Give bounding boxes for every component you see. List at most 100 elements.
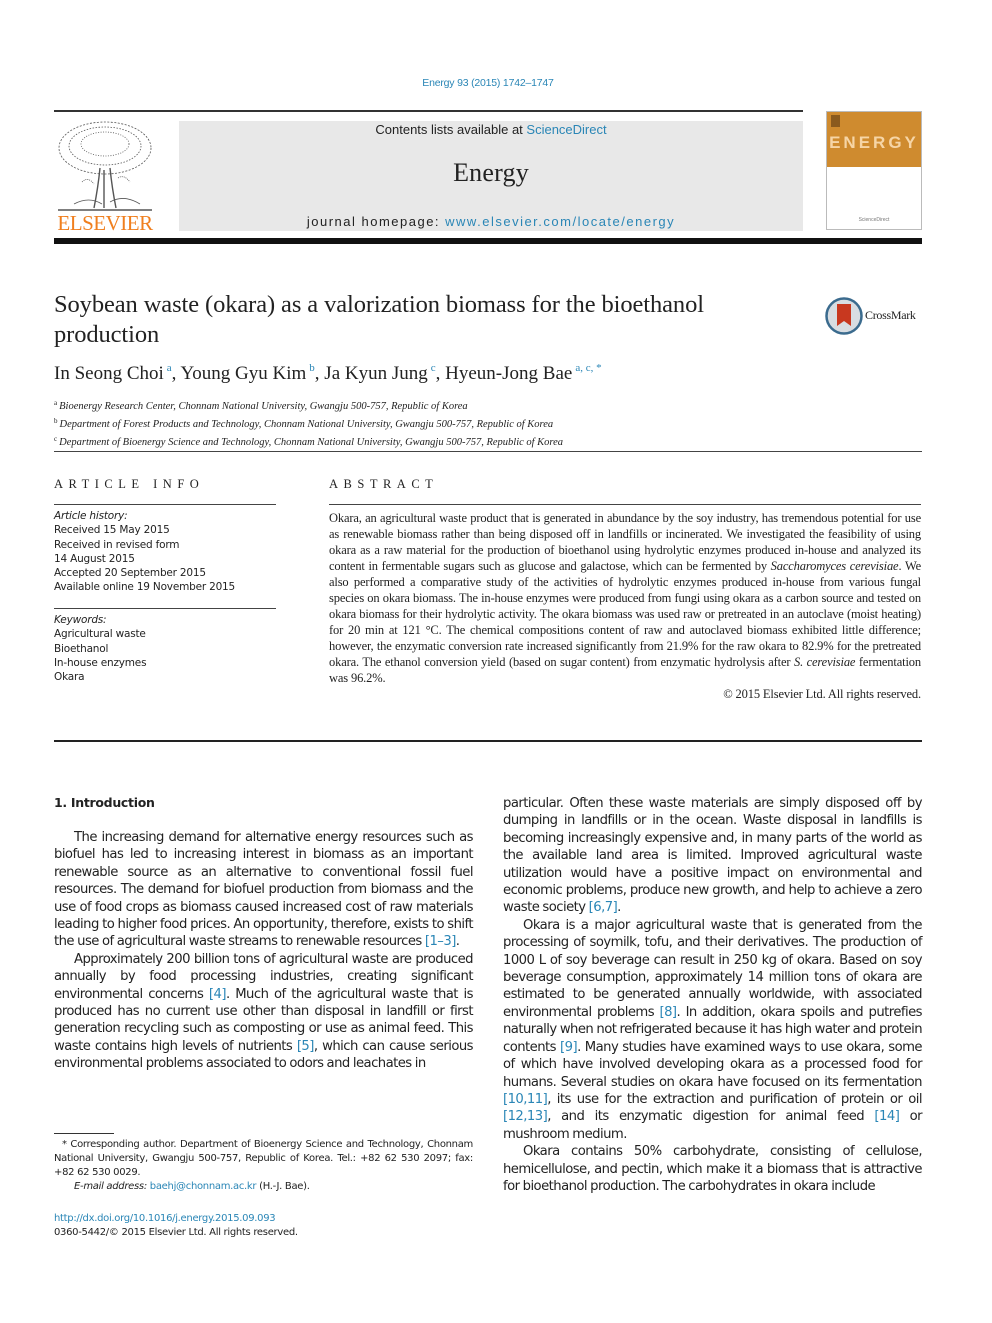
- affiliation: c Department of Bioenergy Science and Tec…: [54, 432, 563, 450]
- reference-link[interactable]: [4]: [209, 987, 227, 1002]
- reference-link[interactable]: [14]: [874, 1109, 899, 1124]
- paragraph-text: .: [617, 900, 621, 916]
- affiliation: a Bioenergy Research Center, Chonnam Nati…: [54, 396, 563, 414]
- email-label: E-mail address:: [74, 1181, 150, 1192]
- cover-seal-icon: [831, 115, 840, 127]
- author-name[interactable]: Young Gyu Kim: [180, 363, 306, 384]
- paragraph-text: Okara contains 50% carbohydrate, consist…: [503, 1144, 923, 1194]
- divider: [54, 451, 922, 452]
- abstract-text: . We also performed a comparative study …: [329, 559, 921, 669]
- author-affil-sup[interactable]: c: [431, 362, 436, 374]
- paragraph: The increasing demand for alternative en…: [54, 829, 474, 951]
- homepage-line: journal homepage: www.elsevier.com/locat…: [179, 214, 803, 229]
- affiliation: b Department of Forest Products and Techn…: [54, 414, 563, 432]
- reference-link[interactable]: [8]: [659, 1005, 677, 1020]
- author-list: In Seong Choi a, Young Gyu Kim b, Ja Kyun …: [54, 362, 602, 384]
- affiliation-text: Department of Forest Products and Techno…: [59, 419, 554, 430]
- crossmark-icon: [825, 297, 863, 335]
- author-affil-sup[interactable]: a, c, *: [575, 362, 601, 374]
- section-heading-introduction: 1. Introduction: [54, 795, 155, 810]
- species-name: Saccharomyces cerevisiae: [770, 559, 899, 573]
- keywords-label: Keywords:: [54, 614, 107, 626]
- contents-line: Contents lists available at ScienceDirec…: [179, 122, 803, 137]
- affiliations: a Bioenergy Research Center, Chonnam Nati…: [54, 396, 563, 450]
- divider: [54, 504, 276, 505]
- paragraph-text: particular. Often these waste materials …: [503, 796, 923, 916]
- elsevier-tree-icon: [58, 121, 152, 211]
- affiliation-label: b: [54, 417, 58, 425]
- abstract-heading: ABSTRACT: [329, 477, 439, 491]
- divider: [54, 740, 922, 742]
- author-name[interactable]: In Seong Choi: [54, 363, 164, 384]
- reference-link[interactable]: [9]: [560, 1040, 578, 1055]
- cover-footer: ScienceDirect: [858, 217, 890, 223]
- cover-title: ENERGY: [829, 133, 919, 152]
- paragraph: Approximately 200 billion tons of agricu…: [54, 951, 474, 1073]
- paragraph-text: .: [455, 934, 460, 950]
- abstract-body: Okara, an agricultural waste product tha…: [329, 510, 921, 702]
- footnote-rule: [54, 1133, 114, 1134]
- abstract-copyright: © 2015 Elsevier Ltd. All rights reserved…: [723, 687, 921, 701]
- issn-line: 0360-5442/© 2015 Elsevier Ltd. All right…: [54, 1227, 298, 1238]
- article-info-heading: ARTICLE INFO: [54, 477, 205, 491]
- header-thick-rule: [54, 238, 922, 244]
- keyword[interactable]: Okara: [54, 670, 276, 684]
- author-name[interactable]: Ja Kyun Jung: [324, 363, 427, 384]
- reference-link[interactable]: [12,13]: [503, 1109, 548, 1124]
- history-entry: Received 15 May 2015: [54, 524, 170, 537]
- body-column-right: particular. Often these waste materials …: [503, 795, 923, 1195]
- reference-link[interactable]: [10,11]: [503, 1092, 548, 1107]
- paragraph-text: , its use for the extraction and purific…: [547, 1091, 922, 1107]
- email-link[interactable]: baehj@chonnam.ac.kr: [150, 1181, 257, 1192]
- paragraph: Okara contains 50% carbohydrate, consist…: [503, 1143, 923, 1195]
- header-top-rule: [54, 110, 803, 112]
- reference-link[interactable]: [1–3]: [425, 934, 456, 949]
- keyword[interactable]: Bioethanol: [54, 642, 276, 656]
- keyword[interactable]: Agricultural waste: [54, 627, 276, 641]
- article-title: Soybean waste (okara) as a valorization …: [54, 291, 704, 348]
- email-suffix: (H.-J. Bae).: [256, 1181, 310, 1192]
- elsevier-logo[interactable]: ELSEVIER: [54, 118, 156, 234]
- history-entry: Received in revised form: [54, 538, 180, 551]
- author-affil-sup[interactable]: a: [167, 362, 172, 374]
- history-entry: 14 August 2015: [54, 552, 135, 565]
- crossmark-label: CrossMark: [865, 308, 916, 322]
- body-column-left: The increasing demand for alternative en…: [54, 829, 474, 1073]
- journal-masthead: Contents lists available at ScienceDirec…: [179, 121, 803, 231]
- author-affil-sup[interactable]: b: [309, 362, 315, 374]
- paragraph-text: , and its enzymatic digestion for animal…: [547, 1109, 875, 1125]
- journal-citation[interactable]: Energy 93 (2015) 1742–1747: [0, 77, 976, 89]
- homepage-prefix: journal homepage:: [306, 214, 446, 229]
- elsevier-wordmark: ELSEVIER: [57, 211, 153, 235]
- sciencedirect-link[interactable]: ScienceDirect: [526, 122, 606, 137]
- corresponding-author-text: * Corresponding author. Department of Bi…: [54, 1139, 473, 1178]
- history-entry: Available online 19 November 2015: [54, 581, 236, 594]
- paragraph-text: The increasing demand for alternative en…: [54, 830, 474, 950]
- paragraph: particular. Often these waste materials …: [503, 795, 923, 917]
- affiliation-text: Bioenergy Research Center, Chonnam Natio…: [59, 401, 468, 412]
- species-name: S. cerevisiae: [793, 655, 856, 669]
- history-label: Article history:: [54, 510, 128, 522]
- corresponding-author-footnote: * Corresponding author. Department of Bi…: [54, 1138, 473, 1194]
- keywords: Keywords: Agricultural waste Bioethanol …: [54, 613, 276, 684]
- journal-name: Energy: [453, 158, 529, 187]
- author-name[interactable]: Hyeun-Jong Bae: [445, 363, 572, 384]
- crossmark-button[interactable]: CrossMark: [825, 297, 925, 335]
- paragraph: Okara is a major agricultural waste that…: [503, 917, 923, 1143]
- history-entry: Accepted 20 September 2015: [54, 567, 206, 580]
- contents-prefix: Contents lists available at: [375, 122, 527, 137]
- affiliation-label: a: [54, 399, 58, 407]
- article-history: Article history: Received 15 May 2015 Re…: [54, 509, 276, 595]
- doi-block: http://dx.doi.org/10.1016/j.energy.2015.…: [54, 1212, 298, 1240]
- email-line: E-mail address: baehj@chonnam.ac.kr (H.-…: [54, 1180, 473, 1194]
- cover-banner: ENERGY: [827, 112, 921, 167]
- affiliation-text: Department of Bioenergy Science and Tech…: [59, 437, 564, 448]
- doi-link[interactable]: http://dx.doi.org/10.1016/j.energy.2015.…: [54, 1213, 276, 1224]
- journal-cover-thumbnail[interactable]: ENERGY ScienceDirect: [826, 111, 922, 230]
- journal-homepage-link[interactable]: www.elsevier.com/locate/energy: [445, 214, 675, 229]
- keyword[interactable]: In-house enzymes: [54, 656, 276, 670]
- reference-link[interactable]: [6,7]: [589, 900, 618, 915]
- reference-link[interactable]: [5]: [297, 1039, 315, 1054]
- divider: [329, 504, 921, 505]
- affiliation-label: c: [54, 435, 58, 443]
